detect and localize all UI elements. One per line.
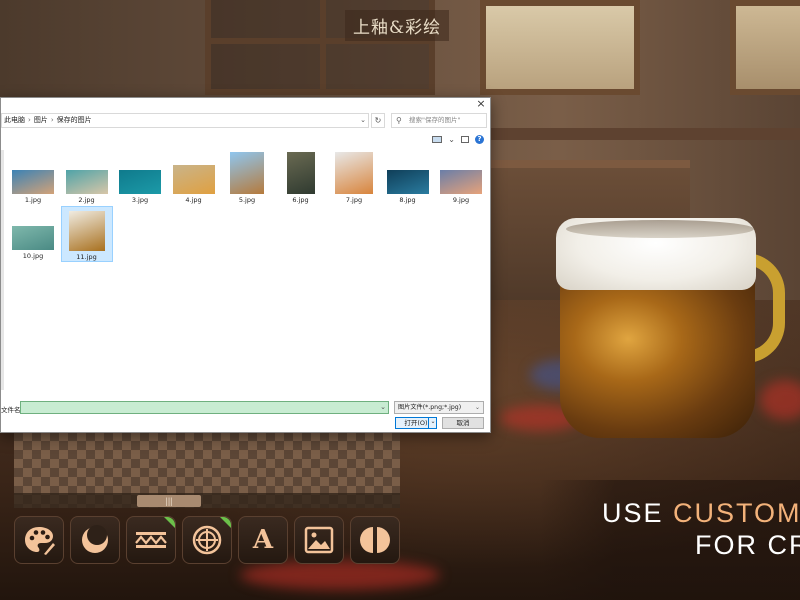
file-name: 10.jpg	[22, 252, 44, 260]
file-name: 6.jpg	[292, 196, 309, 204]
file-thumbnail	[65, 170, 108, 194]
file-item[interactable]: 9.jpg	[435, 150, 487, 204]
glaze-tool-button[interactable]	[70, 516, 120, 564]
file-item[interactable]: 4.jpg	[168, 150, 220, 204]
file-item[interactable]: 10.jpg	[7, 206, 59, 260]
file-thumbnail	[68, 211, 105, 251]
text-tool-button[interactable]: A	[238, 516, 288, 564]
background-window-right	[730, 0, 800, 95]
breadcrumb-item[interactable]: 图片	[34, 114, 48, 127]
file-thumbnail	[172, 165, 215, 194]
file-type-select[interactable]: 图片文件(*.png;*.jpg) ⌄	[394, 401, 484, 414]
file-thumbnail	[230, 152, 264, 194]
file-name: 8.jpg	[399, 196, 416, 204]
breadcrumb-item[interactable]: 此电脑	[4, 114, 25, 127]
crescent-moon-icon	[82, 525, 108, 553]
file-item[interactable]: 7.jpg	[328, 150, 380, 204]
view-toolbar: ⌄ ?	[432, 135, 484, 144]
cancel-button[interactable]: 取消	[442, 417, 484, 429]
open-split-dropdown-icon[interactable]: ⌄	[428, 417, 437, 429]
split-tool-button[interactable]	[350, 516, 400, 564]
dialog-close-button[interactable]: ×	[475, 98, 487, 110]
file-type-value: 图片文件(*.png;*.jpg)	[398, 404, 462, 411]
canvas-scrollbar-thumb[interactable]: |||	[137, 495, 201, 507]
file-item[interactable]: 1.jpg	[7, 150, 59, 204]
image-tool-button[interactable]	[294, 516, 344, 564]
canvas-scrollbar[interactable]	[14, 493, 400, 508]
preview-pane-icon[interactable]	[461, 136, 469, 143]
paint-splash-red	[240, 560, 440, 590]
app-title: 上釉&彩绘	[345, 10, 450, 41]
new-badge	[164, 517, 175, 528]
half-circle-icon	[360, 527, 390, 553]
file-thumbnail	[12, 170, 54, 194]
pattern-tool-button[interactable]	[126, 516, 176, 564]
file-thumbnail	[335, 152, 373, 194]
promo-line-1-highlight: CUSTOM P	[673, 498, 800, 528]
palette-tool-button[interactable]	[14, 516, 64, 564]
file-item[interactable]: 11.jpg	[60, 206, 113, 262]
open-button-label: 打开(O)	[404, 419, 428, 427]
file-name: 9.jpg	[452, 196, 470, 204]
text-icon: A	[252, 525, 274, 555]
file-item[interactable]: 8.jpg	[382, 150, 434, 204]
filename-dropdown-icon[interactable]: ⌄	[380, 402, 386, 413]
background-shelf-divider	[320, 0, 326, 95]
emblem-icon	[192, 525, 222, 555]
file-name: 4.jpg	[185, 196, 202, 204]
file-thumbnail	[286, 152, 315, 194]
breadcrumb-separator-icon: ›	[50, 116, 54, 124]
address-bar[interactable]: 此电脑 › 图片 › 保存的图片 ⌄	[1, 113, 369, 128]
file-open-dialog: × 此电脑 › 图片 › 保存的图片 ⌄ ↻ ⚲ 搜索"保存的图片" ⌄ ? 1…	[0, 97, 491, 433]
palette-icon	[25, 527, 55, 555]
promo-line-1: USE CUSTOM P	[602, 498, 800, 529]
navigation-pane-edge	[1, 150, 4, 390]
mug-rim	[566, 220, 754, 238]
file-thumbnail	[440, 170, 482, 194]
file-item[interactable]: 6.jpg	[275, 150, 327, 204]
file-thumbnail	[12, 226, 54, 250]
background-ledge	[490, 128, 800, 140]
tool-bar: A	[14, 516, 400, 564]
promo-line-1-prefix: USE	[602, 498, 674, 528]
breadcrumb-item[interactable]: 保存的图片	[57, 114, 92, 127]
file-thumbnail	[386, 170, 429, 194]
image-icon	[304, 526, 334, 554]
change-view-icon[interactable]	[432, 136, 443, 143]
file-name: 1.jpg	[24, 196, 42, 204]
dialog-titlebar: ×	[1, 98, 490, 112]
search-input[interactable]: ⚲ 搜索"保存的图片"	[391, 113, 487, 128]
mug-body	[560, 273, 755, 438]
file-name: 2.jpg	[78, 196, 95, 204]
pattern-band-icon	[135, 532, 167, 548]
breadcrumb-separator-icon: ›	[28, 116, 31, 124]
filename-input[interactable]: ⌄	[20, 401, 389, 414]
search-placeholder: 搜索"保存的图片"	[409, 116, 461, 124]
address-dropdown-icon[interactable]: ⌄	[360, 114, 366, 127]
file-item[interactable]: 3.jpg	[114, 150, 166, 204]
file-name: 3.jpg	[131, 196, 149, 204]
help-icon[interactable]: ?	[475, 135, 484, 144]
file-item[interactable]: 5.jpg	[221, 150, 273, 204]
file-item[interactable]: 2.jpg	[61, 150, 113, 204]
mug-3d-model[interactable]	[556, 218, 785, 438]
new-badge	[220, 517, 231, 528]
file-name: 11.jpg	[76, 253, 97, 261]
promo-line-2: FOR CRE	[695, 530, 800, 560]
file-thumbnail	[119, 170, 161, 194]
file-name: 5.jpg	[238, 196, 256, 204]
file-type-dropdown-icon: ⌄	[474, 404, 480, 411]
background-window	[480, 0, 640, 95]
file-grid: 1.jpg 2.jpg 3.jpg 4.jpg 5.jpg 6.jpg 7.jpg 8.jpg…	[7, 150, 491, 440]
file-name: 7.jpg	[345, 196, 363, 204]
search-icon: ⚲	[396, 116, 402, 125]
emblem-tool-button[interactable]	[182, 516, 232, 564]
view-dropdown-icon[interactable]: ⌄	[448, 135, 455, 144]
refresh-button[interactable]: ↻	[371, 113, 385, 128]
